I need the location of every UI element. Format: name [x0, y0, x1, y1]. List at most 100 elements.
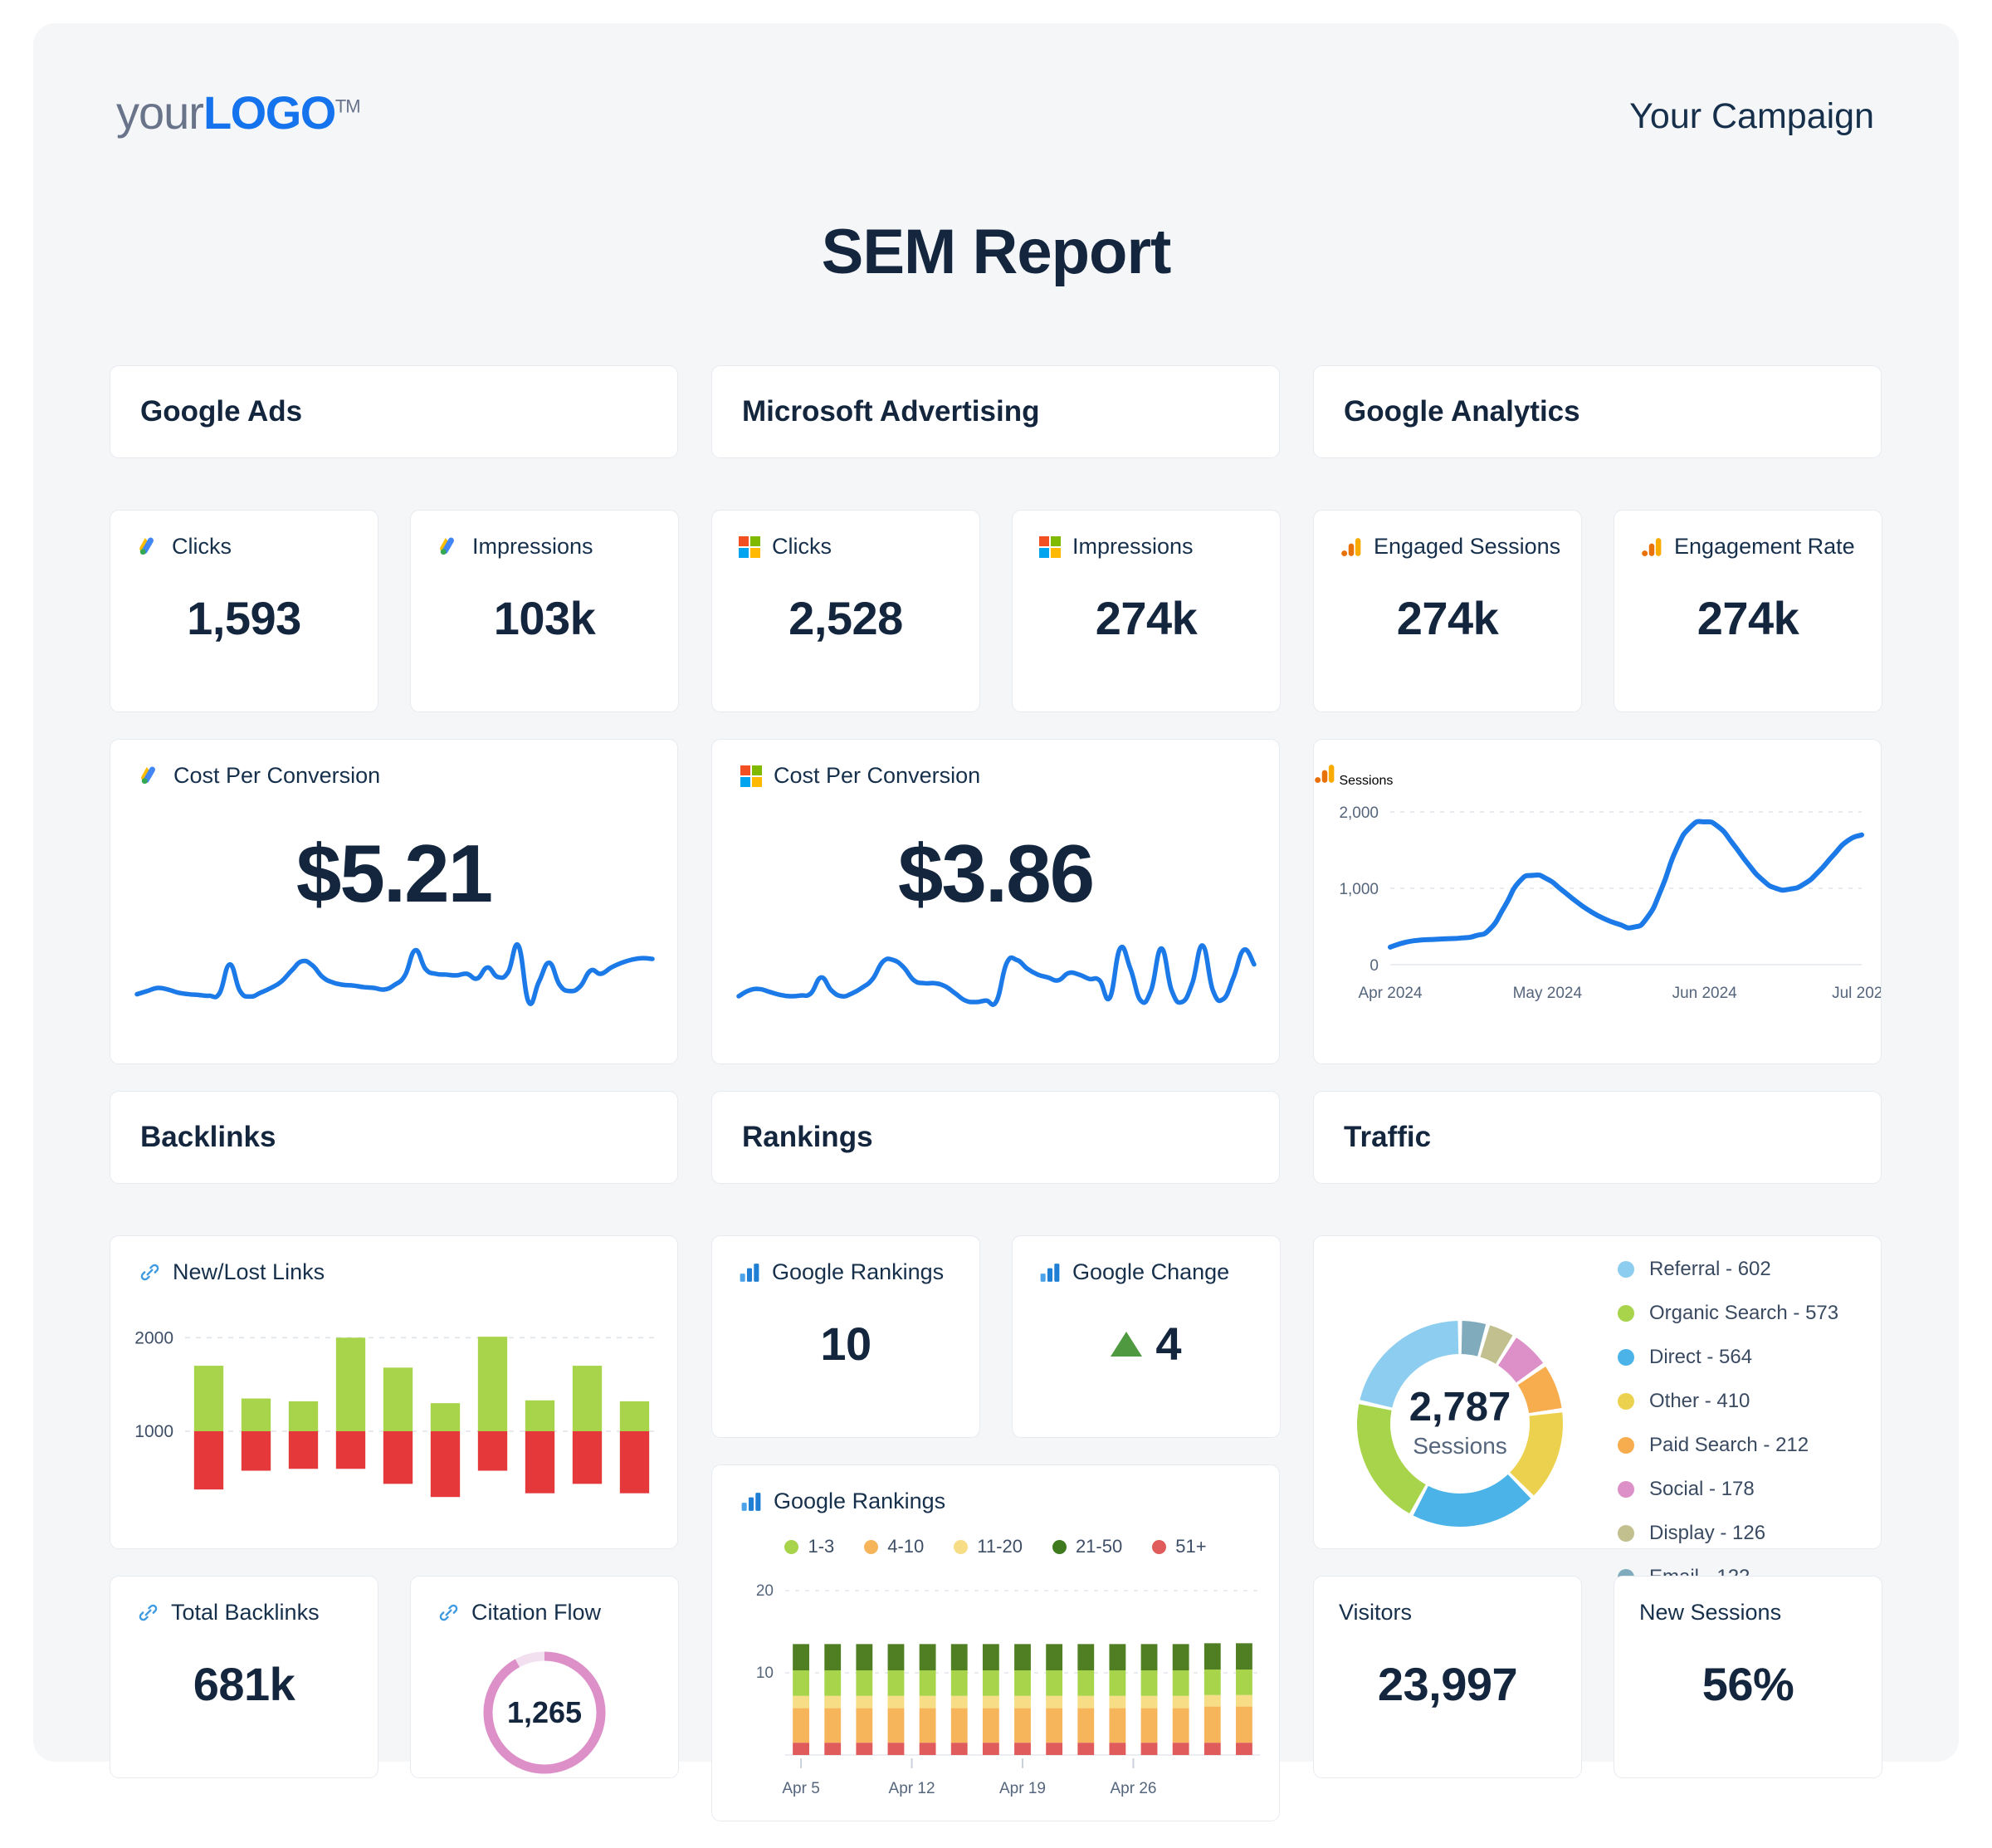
metric-label: Google Change: [1072, 1259, 1229, 1285]
bar-chart-icon: [740, 1491, 762, 1513]
legend-color-dot: [1618, 1305, 1634, 1322]
legend-label: 11-20: [977, 1536, 1023, 1557]
microsoft-icon: [740, 765, 762, 787]
section-title: Traffic: [1344, 1121, 1431, 1154]
section-backlinks: Backlinks: [110, 1091, 678, 1184]
metric-label: Total Backlinks: [171, 1600, 320, 1626]
section-google-ads: Google Ads: [110, 365, 678, 458]
svg-text:Apr 12: Apr 12: [889, 1780, 935, 1797]
legend-item: Display - 126: [1618, 1522, 1838, 1545]
metric-value: 103k: [411, 591, 678, 645]
section-title: Google Analytics: [1344, 395, 1580, 428]
legend-label: Paid Search - 212: [1649, 1434, 1809, 1457]
metric-label: Engagement Rate: [1674, 534, 1855, 560]
trend-up-icon: [1111, 1332, 1142, 1357]
metric-value: 23,997: [1314, 1657, 1581, 1711]
traffic-legend: Referral - 602Organic Search - 573Direct…: [1618, 1258, 1838, 1589]
metric-google-ads-impressions[interactable]: Impressions 103k: [410, 510, 679, 712]
logo-text-brand: LOGO: [203, 86, 335, 139]
metric-engagement-rate[interactable]: Engagement Rate 274k: [1614, 510, 1882, 712]
svg-text:0: 0: [1370, 957, 1379, 975]
metric-value: 10: [712, 1317, 979, 1371]
legend-label: 21-50: [1076, 1536, 1122, 1557]
content-row-2: New/Lost Links 20001000 Total Backlinks …: [110, 1235, 1882, 1821]
bar-chart-icon: [739, 1262, 760, 1283]
legend-item: Other - 410: [1618, 1390, 1838, 1413]
svg-text:1,000: 1,000: [1339, 881, 1379, 898]
metric-microsoft-impressions[interactable]: Impressions 274k: [1012, 510, 1281, 712]
svg-text:May 2024: May 2024: [1513, 985, 1583, 1002]
section-title: Microsoft Advertising: [742, 395, 1039, 428]
section-microsoft-advertising: Microsoft Advertising: [711, 365, 1280, 458]
svg-text:1000: 1000: [134, 1422, 173, 1441]
microsoft-icon: [739, 536, 760, 558]
legend-color-dot: [954, 1540, 968, 1554]
metric-value: 274k: [1614, 591, 1882, 645]
report-page: yourLOGOTM Your Campaign SEM Report Goog…: [33, 23, 1959, 1762]
card-microsoft-cost-per-conversion[interactable]: Cost Per Conversion $3.86: [711, 739, 1280, 1064]
chart-title: Google Rankings: [774, 1489, 945, 1514]
metric-label: Cost Per Conversion: [173, 763, 380, 789]
metric-new-sessions[interactable]: New Sessions 56%: [1614, 1576, 1882, 1778]
legend-color-dot: [1618, 1349, 1634, 1366]
card-sessions-trend[interactable]: Sessions 01,0002,000Apr 2024May 2024Jun …: [1313, 739, 1882, 1064]
bar-chart-icon: [1039, 1262, 1061, 1283]
legend-color-dot: [1618, 1525, 1634, 1542]
card-traffic-sources[interactable]: 2,787Sessions Referral - 602Organic Sear…: [1313, 1235, 1882, 1549]
metric-engaged-sessions[interactable]: Engaged Sessions 274k: [1313, 510, 1582, 712]
legend-color-dot: [1618, 1393, 1634, 1410]
legend-item: Direct - 564: [1618, 1346, 1838, 1369]
legend-item: Paid Search - 212: [1618, 1434, 1838, 1457]
svg-text:20: 20: [756, 1582, 774, 1600]
link-icon: [437, 1601, 460, 1624]
metric-label: Engaged Sessions: [1374, 534, 1560, 560]
svg-text:Jul 2024: Jul 2024: [1832, 985, 1881, 1002]
metric-google-change[interactable]: Google Change 4: [1012, 1235, 1281, 1438]
sparkline-google-ads-cpc: [110, 936, 677, 1016]
legend-color-dot: [1052, 1540, 1067, 1554]
metric-total-backlinks[interactable]: Total Backlinks 681k: [110, 1576, 378, 1778]
svg-text:2,787: 2,787: [1409, 1385, 1511, 1430]
metric-label: Visitors: [1339, 1600, 1412, 1626]
metric-google-rankings[interactable]: Google Rankings 10: [711, 1235, 980, 1438]
metric-google-ads-clicks[interactable]: Clicks 1,593: [110, 510, 378, 712]
legend-color-dot: [784, 1540, 798, 1554]
card-google-rankings-chart[interactable]: Google Rankings 1-34-1011-2021-5051+ 102…: [711, 1464, 1280, 1821]
sessions-line-chart: 01,0002,000Apr 2024May 2024Jun 2024Jul 2…: [1314, 789, 1881, 1038]
metric-citation-flow[interactable]: Citation Flow 1,265: [410, 1576, 679, 1778]
metric-value: 274k: [1013, 591, 1280, 645]
link-icon: [139, 1261, 161, 1283]
card-new-lost-links[interactable]: New/Lost Links 20001000: [110, 1235, 678, 1549]
metric-label: Citation Flow: [471, 1600, 601, 1626]
chart-title: Sessions: [1339, 774, 1393, 788]
metric-label: Google Rankings: [772, 1259, 944, 1285]
metric-label: Cost Per Conversion: [774, 763, 980, 789]
legend-label: Display - 126: [1649, 1522, 1765, 1545]
logo-text-your: your: [116, 86, 203, 139]
metric-value: $5.21: [110, 827, 677, 921]
legend-label: Referral - 602: [1649, 1258, 1771, 1281]
legend-label: 1-3: [808, 1536, 834, 1557]
metric-value: 681k: [110, 1657, 378, 1711]
dashboard-grid: Google Ads Microsoft Advertising Google …: [110, 365, 1882, 1848]
svg-text:10: 10: [756, 1665, 774, 1682]
card-google-ads-cost-per-conversion[interactable]: Cost Per Conversion $5.21: [110, 739, 678, 1064]
section-google-analytics: Google Analytics: [1313, 365, 1882, 458]
section-title: Backlinks: [140, 1121, 276, 1154]
google-analytics-icon: [1314, 763, 1335, 785]
google-analytics-icon: [1340, 536, 1362, 558]
google-analytics-icon: [1641, 536, 1662, 558]
metric-microsoft-clicks[interactable]: Clicks 2,528: [711, 510, 980, 712]
metric-label: Clicks: [172, 534, 232, 560]
citation-flow-ring: 1,265: [479, 1647, 610, 1778]
section-header-row-1: Google Ads Microsoft Advertising Google …: [110, 365, 1882, 483]
legend-item: 4-10: [864, 1536, 924, 1557]
metric-label: New Sessions: [1639, 1600, 1781, 1626]
legend-label: Social - 178: [1649, 1478, 1755, 1501]
section-header-row-2: Backlinks Rankings Traffic: [110, 1091, 1882, 1209]
sparkline-microsoft-cpc: [712, 936, 1279, 1016]
metric-visitors[interactable]: Visitors 23,997: [1313, 1576, 1582, 1778]
metric-row-1: Clicks 1,593 Impressions 103k: [110, 510, 1882, 712]
svg-text:Jun 2024: Jun 2024: [1672, 985, 1738, 1002]
legend-label: 4-10: [887, 1536, 924, 1557]
